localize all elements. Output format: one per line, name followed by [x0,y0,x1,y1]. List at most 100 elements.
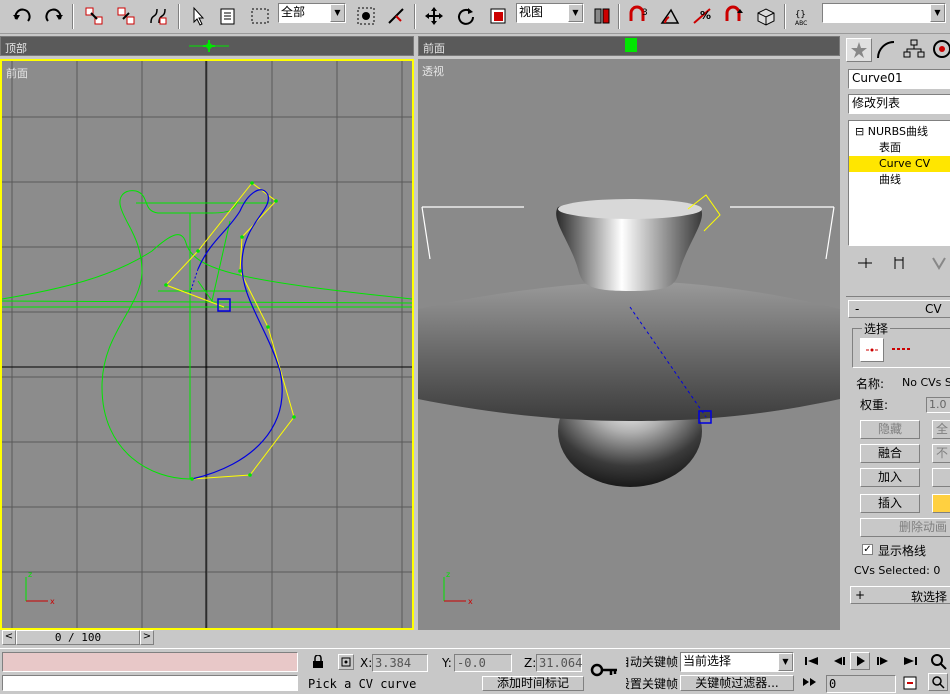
hide-button[interactable]: 隐藏 [860,420,920,439]
zoom-icon[interactable] [930,653,948,674]
show-lattice-checkbox[interactable]: ✓ [862,544,873,555]
front-viewport-label[interactable]: 前面 [6,65,28,81]
spinner-snap-icon[interactable] [720,3,748,29]
insert-button[interactable]: 插入 [860,494,920,513]
goto-end-icon[interactable] [900,654,920,671]
front-viewport-canvas[interactable]: zx [2,61,412,628]
stack-item[interactable]: 曲线 [849,172,950,188]
cv-point[interactable] [238,269,242,273]
current-frame-field[interactable]: 0 [826,675,896,693]
select-move-icon[interactable] [420,3,448,29]
time-prev-button[interactable]: < [2,630,16,645]
stack-item[interactable]: 表面 [849,140,950,156]
edit-named-sel-icon[interactable]: {} ABC [790,3,818,29]
create-tab-icon[interactable] [846,38,872,62]
maxscript-input-field[interactable] [2,675,298,691]
time-next-button[interactable]: > [140,630,154,645]
percent-snap-icon[interactable]: % [688,3,716,29]
cv-point[interactable] [248,473,252,477]
unlink-icon[interactable] [112,3,140,29]
insert-color-swatch[interactable] [932,494,950,513]
cv-select-level-icon[interactable] [860,338,884,362]
cv-rollout-header[interactable]: - CV [848,300,950,318]
top-viewport-label[interactable]: 顶部 [5,40,27,56]
object-name-field[interactable]: Curve01 [848,69,950,89]
stack-item[interactable]: ⊟ NURBS曲线 [849,124,950,140]
front-viewport-strip[interactable]: 前面 [418,36,840,56]
time-slider-thumb[interactable]: 0 / 100 [16,630,140,645]
x-coord-field[interactable]: 3.384 [372,654,428,672]
perspective-viewport-label[interactable]: 透视 [422,63,444,79]
goto-start-icon[interactable] [802,654,822,671]
y-coord-field[interactable]: -0.0 [454,654,512,672]
prev-frame-icon[interactable] [828,654,848,671]
modifier-stack[interactable]: ⊟ NURBS曲线 表面 Curve CV 曲线 [848,120,950,246]
rect-region-icon[interactable] [246,3,274,29]
undo-icon[interactable] [8,3,36,29]
delete-animation-button[interactable]: 删除动画 [860,518,950,537]
selection-filter-dropdown[interactable]: 全部 ▼ [278,3,346,23]
make-unique-icon[interactable] [930,254,948,275]
absolute-mode-icon[interactable] [338,654,354,670]
cv-point[interactable] [250,181,254,185]
select-manipulate-icon[interactable] [382,3,410,29]
show-end-result-icon[interactable] [890,254,908,275]
stack-item[interactable]: Curve CV [849,156,950,172]
lock-selection-icon[interactable] [312,654,324,672]
perspective-viewport-canvas[interactable]: zx [418,59,840,630]
key-mode-toggle-icon[interactable] [800,675,822,692]
key-mode-dropdown[interactable]: 当前选择 ▼ [680,652,794,672]
cv-point[interactable] [164,283,168,287]
weight-field[interactable]: 1.0 [926,397,950,413]
select-center-icon[interactable] [352,3,380,29]
next-frame-icon[interactable] [874,654,894,671]
curve-select-level-icon[interactable] [890,338,914,362]
select-by-name-icon[interactable] [214,3,242,29]
modify-tab-icon[interactable] [874,38,900,62]
modifier-list-dropdown[interactable]: 修改列表 [848,94,950,114]
collapse-icon[interactable]: ⊟ [855,125,868,138]
fuse-button[interactable]: 融合 [860,444,920,463]
auto-key-button[interactable]: 自动关键帧 [626,653,678,668]
front-viewport-active[interactable]: 前面 zx [0,59,414,630]
time-config-icon[interactable] [902,675,918,694]
zoom-extents-icon[interactable] [928,673,948,691]
cv-point[interactable] [292,415,296,419]
named-selection-dropdown[interactable]: ▼ [822,3,946,23]
maxscript-listener-field[interactable] [2,652,298,672]
time-slider[interactable]: < 0 / 100 > [0,630,160,646]
select-icon[interactable] [184,3,212,29]
key-filters-button[interactable]: 关键帧过滤器... [680,675,794,691]
unfuse-button[interactable]: 不 [932,444,950,463]
hierarchy-tab-icon[interactable] [902,38,928,62]
add-option-button[interactable] [932,468,950,487]
bind-spacewarp-icon[interactable] [144,3,172,29]
pivot-center-icon[interactable] [588,3,616,29]
cv-point[interactable] [196,249,200,253]
select-rotate-icon[interactable] [452,3,480,29]
cv-point[interactable] [240,235,244,239]
cv-point[interactable] [266,325,270,329]
perspective-viewport[interactable]: 透视 zx [418,59,840,630]
link-icon[interactable] [80,3,108,29]
angle-snap-icon[interactable] [656,3,684,29]
cv-point[interactable] [274,199,278,203]
select-scale-icon[interactable] [484,3,512,29]
ref-coord-dropdown[interactable]: 视图 ▼ [516,3,584,23]
snap-icon[interactable]: 3 [624,3,652,29]
front-strip-label[interactable]: 前面 [423,40,445,56]
cv-point[interactable] [190,477,194,481]
play-icon[interactable] [850,652,870,670]
unhide-all-button[interactable]: 全 [932,420,950,439]
pin-stack-icon[interactable] [856,254,874,275]
set-key-button[interactable]: 设置关键帧 [626,675,678,690]
material-editor-icon[interactable] [752,3,780,29]
add-time-tag-button[interactable]: 添加时间标记 [482,676,584,691]
soft-selection-rollout[interactable]: + 软选择 [850,586,950,604]
add-button[interactable]: 加入 [860,468,920,487]
motion-tab-icon[interactable] [930,38,950,62]
top-viewport-strip[interactable]: 顶部 [0,36,414,56]
set-key-icon[interactable] [590,661,618,682]
redo-icon[interactable] [40,3,68,29]
z-coord-field[interactable]: 31.064 [536,654,582,672]
